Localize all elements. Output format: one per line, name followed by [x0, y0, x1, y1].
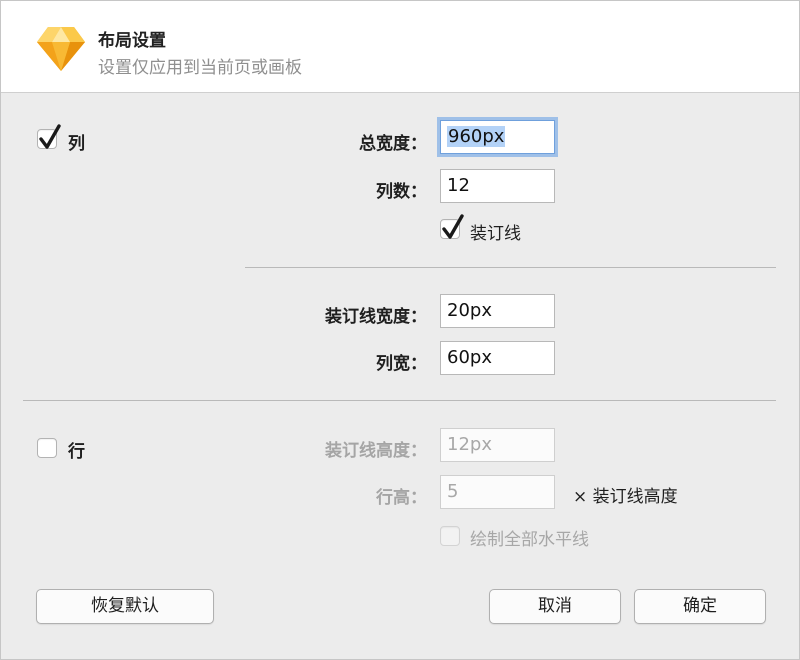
checkmark-icon — [442, 214, 464, 239]
ok-button[interactable]: 确定 — [634, 589, 766, 624]
gutter-label: 装订线 — [470, 224, 521, 244]
dialog-subtitle: 设置仅应用到当前页或画板 — [98, 58, 302, 78]
sketch-app-icon — [37, 27, 85, 71]
columns-divider — [245, 267, 776, 268]
column-width-input[interactable]: 60px — [440, 341, 555, 375]
gutter-height-label: 装订线高度： — [325, 441, 427, 461]
columns-checkbox[interactable] — [37, 124, 61, 149]
dialog-title: 布局设置 — [98, 31, 166, 51]
column-count-label: 列数： — [376, 182, 427, 202]
checkmark-icon — [39, 124, 61, 149]
total-width-label: 总宽度： — [359, 134, 427, 154]
column-width-label: 列宽： — [376, 354, 427, 374]
gutter-checkbox[interactable] — [440, 214, 464, 239]
row-height-suffix: × 装订线高度 — [573, 487, 678, 507]
dialog-header: 布局设置 设置仅应用到当前页或画板 — [1, 1, 799, 93]
rows-label: 行 — [68, 442, 85, 462]
cancel-button[interactable]: 取消 — [489, 589, 621, 624]
gutter-height-input[interactable]: 12px — [440, 428, 555, 462]
draw-all-lines-checkbox[interactable] — [440, 526, 460, 546]
columns-label: 列 — [68, 134, 85, 154]
row-height-label: 行高： — [376, 488, 427, 508]
restore-defaults-button[interactable]: 恢复默认 — [36, 589, 214, 624]
total-width-input[interactable]: 960px — [440, 120, 555, 154]
column-count-input[interactable]: 12 — [440, 169, 555, 203]
total-width-value: 960px — [447, 126, 506, 147]
row-height-input[interactable]: 5 — [440, 475, 555, 509]
gutter-width-input[interactable]: 20px — [440, 294, 555, 328]
section-divider — [23, 400, 776, 401]
gutter-width-label: 装订线宽度： — [325, 307, 427, 327]
draw-all-lines-label: 绘制全部水平线 — [470, 530, 589, 550]
layout-settings-dialog: 布局设置 设置仅应用到当前页或画板 列 总宽度： 960px 列数： 12 装订… — [0, 0, 800, 660]
rows-checkbox[interactable] — [37, 438, 57, 458]
